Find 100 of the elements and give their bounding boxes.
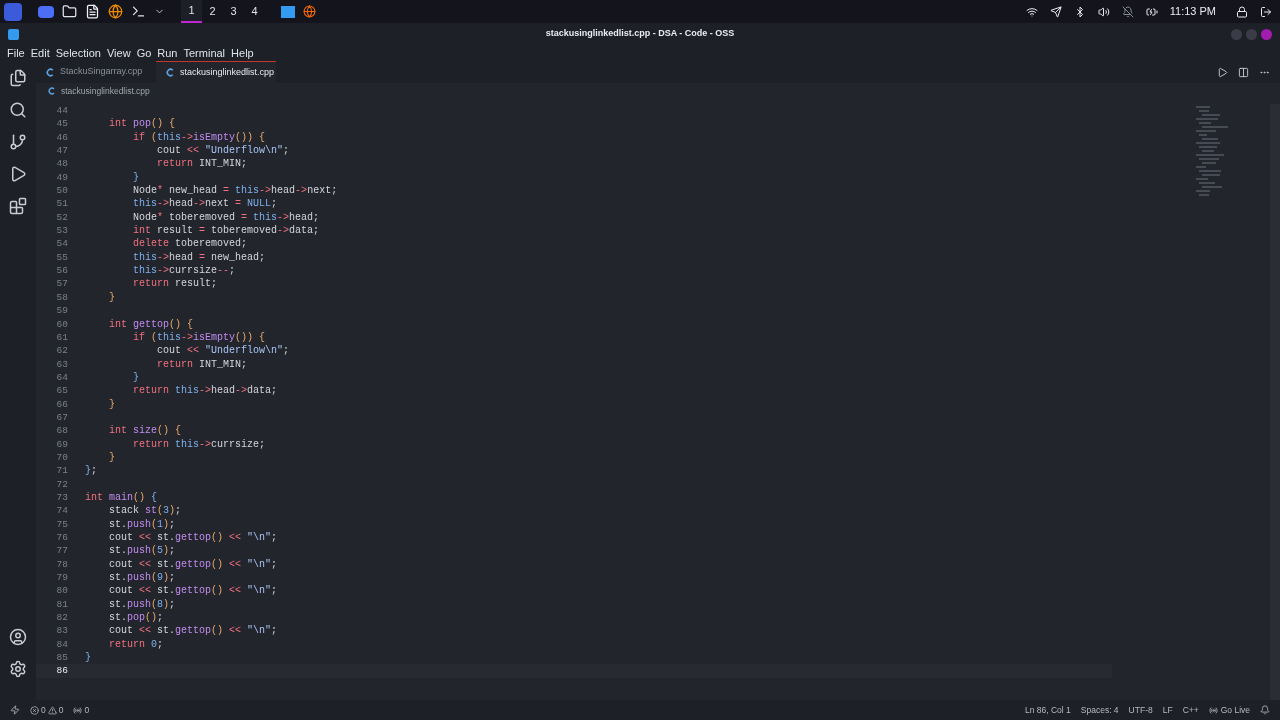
source-control-icon[interactable] bbox=[9, 133, 27, 151]
menu-item[interactable]: Edit bbox=[27, 44, 53, 62]
account-icon[interactable] bbox=[9, 628, 27, 646]
clock: 11:13 PM bbox=[1169, 4, 1216, 20]
broadcast-icon[interactable] bbox=[1208, 705, 1218, 715]
minimap-line bbox=[1199, 146, 1217, 148]
indentation[interactable]: Spaces: 4 bbox=[1080, 703, 1119, 717]
error-icon[interactable] bbox=[30, 705, 39, 715]
battery-icon[interactable] bbox=[1145, 5, 1158, 18]
browser-icon[interactable] bbox=[303, 5, 316, 18]
close-button[interactable] bbox=[1261, 28, 1272, 40]
minimap-line bbox=[1199, 158, 1219, 160]
code-line: cout << st.gettop() << "\n"; bbox=[108, 584, 278, 598]
minimap-line bbox=[1196, 190, 1210, 192]
line-number: 81 bbox=[55, 597, 68, 612]
minimap-line bbox=[1196, 142, 1220, 144]
line-number: 69 bbox=[55, 437, 68, 451]
code-line: Node* toberemoved = this->head; bbox=[132, 210, 320, 225]
line-number: 54 bbox=[55, 237, 68, 251]
menu-item[interactable]: View bbox=[103, 44, 134, 62]
window-title: stackusinglinkedlist.cpp - DSA - Code - OSS bbox=[545, 27, 735, 41]
minimap-line bbox=[1196, 106, 1210, 108]
code-line: if (this->isEmpty()) { bbox=[132, 130, 266, 145]
extensions-icon[interactable] bbox=[9, 197, 27, 215]
run-icon[interactable] bbox=[1217, 66, 1228, 78]
line-number: 63 bbox=[55, 357, 68, 371]
minimap-line bbox=[1199, 122, 1211, 124]
logout-icon[interactable] bbox=[1260, 5, 1272, 18]
ports-count[interactable]: 0 bbox=[84, 703, 90, 717]
app-menu-icon[interactable] bbox=[4, 2, 22, 21]
line-number: 77 bbox=[55, 544, 68, 558]
workspace-tab[interactable]: 3 bbox=[223, 0, 244, 23]
code-line: }; bbox=[85, 464, 98, 478]
lock-icon[interactable] bbox=[1236, 5, 1248, 18]
line-number: 86 bbox=[55, 664, 68, 678]
notifications-icon[interactable] bbox=[1260, 705, 1270, 715]
terminal-icon[interactable] bbox=[131, 4, 146, 19]
editor-tab[interactable]: stackusinglinkedlist.cpp bbox=[156, 61, 276, 83]
code-line: cout << "Underflow\n"; bbox=[156, 144, 290, 158]
minimap-line bbox=[1199, 182, 1215, 184]
editor-tab[interactable]: StackuSingarray.cpp bbox=[36, 61, 156, 83]
warning-icon[interactable] bbox=[47, 705, 57, 715]
workspace-tab[interactable]: 2 bbox=[202, 0, 223, 23]
menu-item[interactable]: File bbox=[4, 44, 28, 62]
line-number: 74 bbox=[55, 504, 68, 518]
line-number: 72 bbox=[55, 477, 68, 491]
remote-icon[interactable] bbox=[10, 705, 20, 715]
line-number: 84 bbox=[55, 637, 68, 652]
menu-item[interactable]: Selection bbox=[52, 44, 104, 62]
editor-taskbar-icon[interactable] bbox=[281, 5, 295, 18]
workspace-tab[interactable]: 4 bbox=[244, 0, 265, 23]
line-number: 85 bbox=[55, 651, 68, 665]
wifi-icon[interactable] bbox=[1025, 5, 1038, 18]
code-line: return INT_MIN; bbox=[156, 157, 248, 171]
search-icon[interactable] bbox=[9, 101, 27, 119]
code-line: int gettop() { bbox=[108, 317, 194, 331]
line-number: 78 bbox=[55, 557, 68, 572]
telegram-icon[interactable] bbox=[1049, 5, 1062, 18]
desktop-icon[interactable] bbox=[38, 5, 54, 18]
code-line: cout << st.gettop() << "\n"; bbox=[108, 557, 278, 572]
menu-item[interactable]: Help bbox=[228, 44, 257, 62]
document-icon[interactable] bbox=[85, 4, 100, 19]
settings-icon[interactable] bbox=[9, 660, 27, 678]
minimap-line bbox=[1196, 118, 1218, 120]
code-line: } bbox=[108, 397, 115, 411]
cursor-position[interactable]: Ln 86, Col 1 bbox=[1024, 703, 1071, 717]
breadcrumb[interactable]: stackusinglinkedlist.cpp bbox=[61, 84, 150, 98]
split-editor-icon[interactable] bbox=[1238, 66, 1249, 78]
menu-item[interactable]: Go bbox=[133, 44, 155, 62]
code-line: } bbox=[85, 651, 91, 665]
volume-icon[interactable] bbox=[1097, 5, 1110, 18]
menu-item[interactable]: Terminal bbox=[180, 44, 229, 62]
line-number: 61 bbox=[55, 330, 68, 345]
code-line: return this->head->data; bbox=[132, 384, 278, 398]
folder-icon[interactable] bbox=[62, 4, 77, 19]
encoding[interactable]: UTF-8 bbox=[1128, 703, 1153, 717]
go-live-button[interactable]: Go Live bbox=[1220, 703, 1250, 717]
notifications-off-icon[interactable] bbox=[1121, 5, 1134, 18]
run-debug-icon[interactable] bbox=[9, 165, 27, 183]
line-ending[interactable]: LF bbox=[1162, 703, 1173, 717]
minimap-line bbox=[1196, 130, 1216, 132]
minimap-line bbox=[1199, 170, 1221, 172]
line-number: 75 bbox=[55, 517, 68, 531]
line-number: 58 bbox=[55, 290, 68, 305]
warning-count[interactable]: 0 bbox=[58, 703, 64, 717]
code-line: cout << "Underflow\n"; bbox=[156, 344, 290, 358]
ports-icon[interactable] bbox=[73, 705, 83, 715]
language-mode[interactable]: C++ bbox=[1182, 703, 1199, 717]
menu-item[interactable]: Run bbox=[154, 44, 181, 62]
code-line: int size() { bbox=[108, 424, 182, 438]
code-line: this->currsize--; bbox=[132, 264, 236, 278]
line-number: 52 bbox=[55, 210, 68, 225]
workspace-tab[interactable]: 1 bbox=[181, 0, 202, 23]
explorer-icon[interactable] bbox=[9, 69, 27, 87]
line-number: 44 bbox=[55, 104, 68, 118]
error-count[interactable]: 0 bbox=[41, 703, 46, 717]
line-number: 46 bbox=[55, 130, 68, 145]
browser-icon[interactable] bbox=[108, 4, 123, 19]
line-number: 71 bbox=[55, 464, 68, 478]
line-number: 53 bbox=[55, 224, 68, 238]
